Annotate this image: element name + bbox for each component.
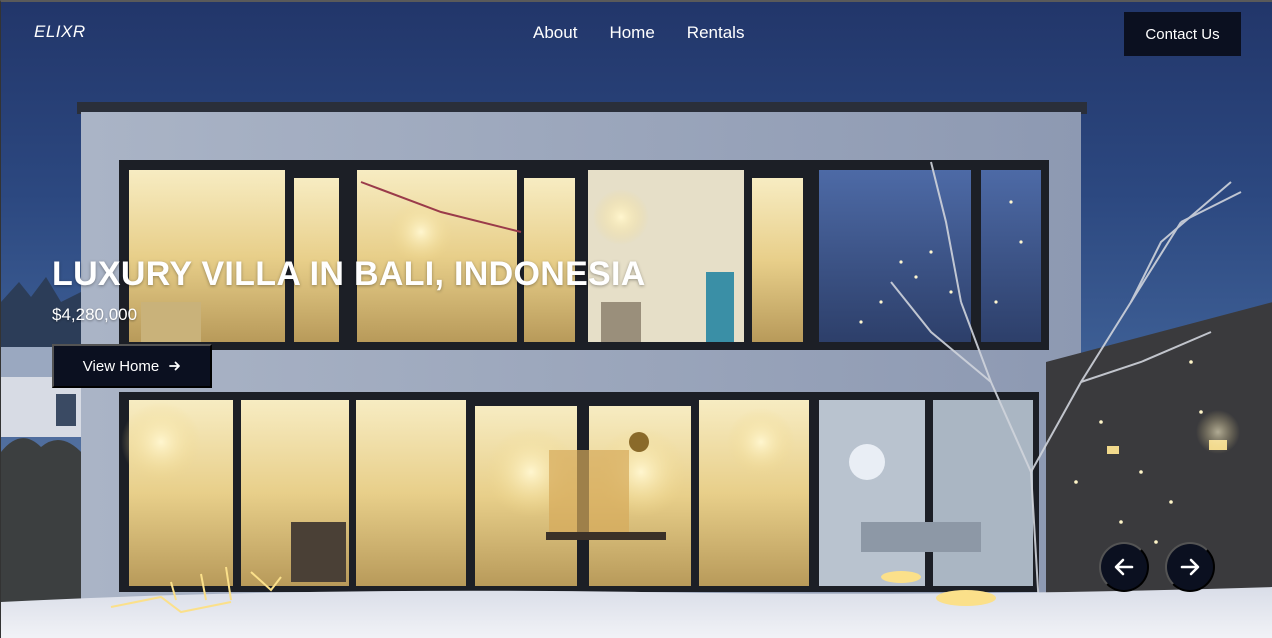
carousel-next-button[interactable] <box>1165 542 1215 592</box>
nav-link-rentals[interactable]: Rentals <box>687 23 745 43</box>
property-title: LUXURY VILLA IN BALI, INDONESIA <box>52 255 646 293</box>
arrow-left-icon <box>1114 558 1134 576</box>
nav-link-about[interactable]: About <box>533 23 577 43</box>
main-nav: About Home Rentals <box>533 23 744 43</box>
arrow-right-icon <box>1180 558 1200 576</box>
nav-link-home[interactable]: Home <box>609 23 654 43</box>
property-price: $4,280,000 <box>52 305 138 324</box>
hero-section: ELIXR About Home Rentals Contact Us LUXU… <box>0 0 1272 638</box>
carousel-prev-button[interactable] <box>1099 542 1149 592</box>
view-home-button[interactable]: View Home <box>52 344 212 388</box>
view-home-label: View Home <box>82 357 160 375</box>
hero-background-image <box>1 102 1272 638</box>
arrow-right-icon <box>169 361 181 371</box>
site-logo[interactable]: ELIXR <box>34 22 86 42</box>
site-header: ELIXR About Home Rentals Contact Us <box>1 2 1272 64</box>
contact-us-button[interactable]: Contact Us <box>1124 12 1241 56</box>
